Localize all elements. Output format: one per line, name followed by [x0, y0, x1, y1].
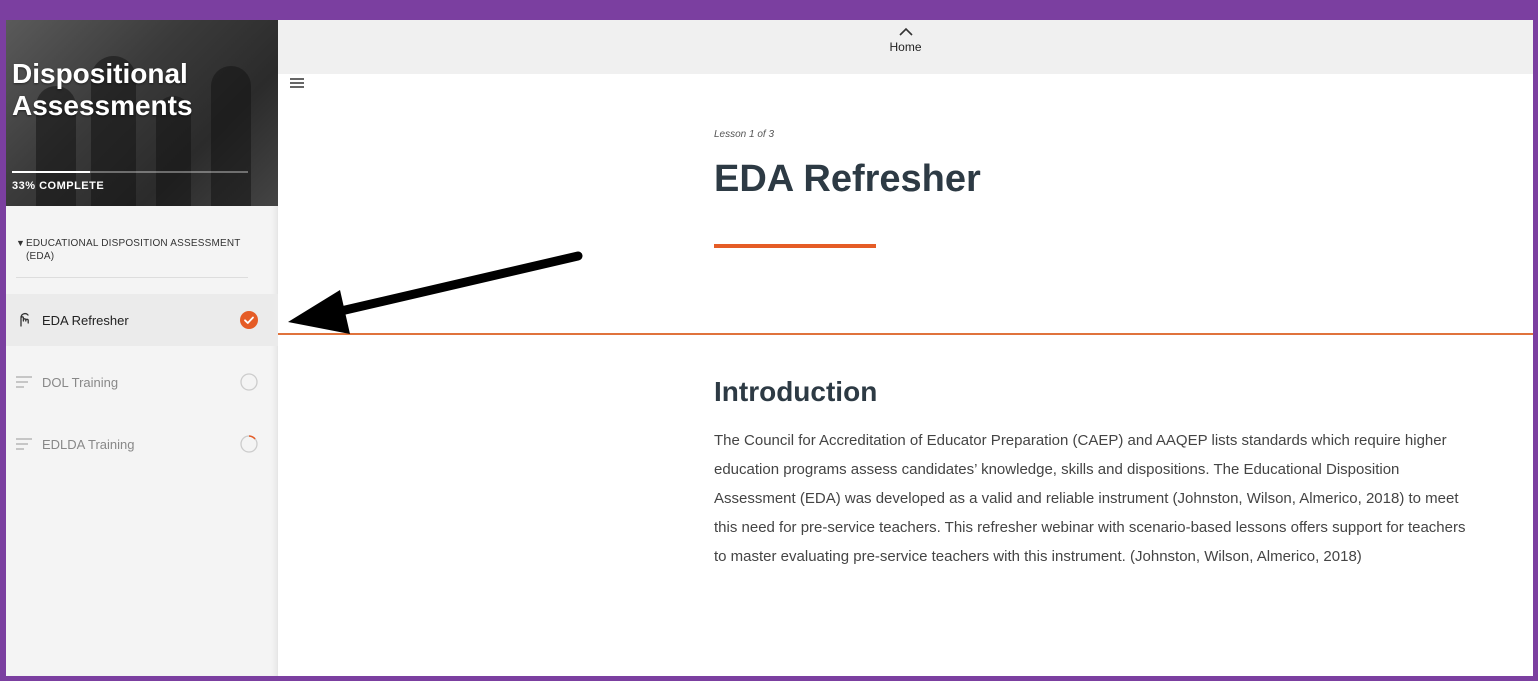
home-bar[interactable]: Home [278, 20, 1533, 74]
course-title: Dispositional Assessments [12, 58, 193, 121]
lines-icon [16, 438, 36, 450]
check-complete-icon [240, 311, 258, 329]
section-header[interactable]: ▼ EDUCATIONAL DISPOSITION ASSESSMENT (ED… [16, 237, 248, 278]
sidebar-lesson-eda-refresher[interactable]: EDA Refresher [6, 294, 278, 346]
progress-label: 33% COMPLETE [12, 180, 105, 192]
home-link[interactable]: Home [278, 40, 1533, 54]
partial-progress-icon [240, 435, 258, 453]
empty-circle-icon [240, 373, 258, 391]
hamburger-menu-icon[interactable] [290, 75, 304, 88]
lesson-count: Lesson 1 of 3 [714, 129, 775, 140]
lesson-label: EDLDA Training [42, 436, 135, 452]
caret-down-icon: ▼ [16, 238, 26, 248]
sidebar-lesson-edlda-training[interactable]: EDLDA Training [6, 418, 278, 470]
course-progress-bar [12, 171, 248, 173]
course-hero-image: Dispositional Assessments 33% COMPLETE [6, 20, 278, 206]
hand-pointer-icon [16, 312, 36, 328]
annotation-arrow-icon [288, 251, 583, 334]
lesson-label: DOL Training [42, 374, 119, 390]
app-frame: Dispositional Assessments 33% COMPLETE ▼… [6, 20, 1533, 676]
intro-heading: Introduction [714, 376, 878, 407]
course-progress-fill [12, 171, 90, 173]
title-underline [714, 244, 876, 248]
chevron-up-icon [898, 24, 914, 36]
course-sidebar: Dispositional Assessments 33% COMPLETE ▼… [6, 20, 278, 676]
lines-icon [16, 376, 36, 388]
lesson-label: EDA Refresher [42, 312, 129, 328]
lesson-title: EDA Refresher [714, 158, 981, 200]
section-header-label: EDUCATIONAL DISPOSITION ASSESSMENT (EDA) [26, 238, 241, 262]
sidebar-lesson-dol-training[interactable]: DOL Training [6, 356, 278, 408]
intro-body: The Council for Accreditation of Educato… [714, 432, 1466, 565]
